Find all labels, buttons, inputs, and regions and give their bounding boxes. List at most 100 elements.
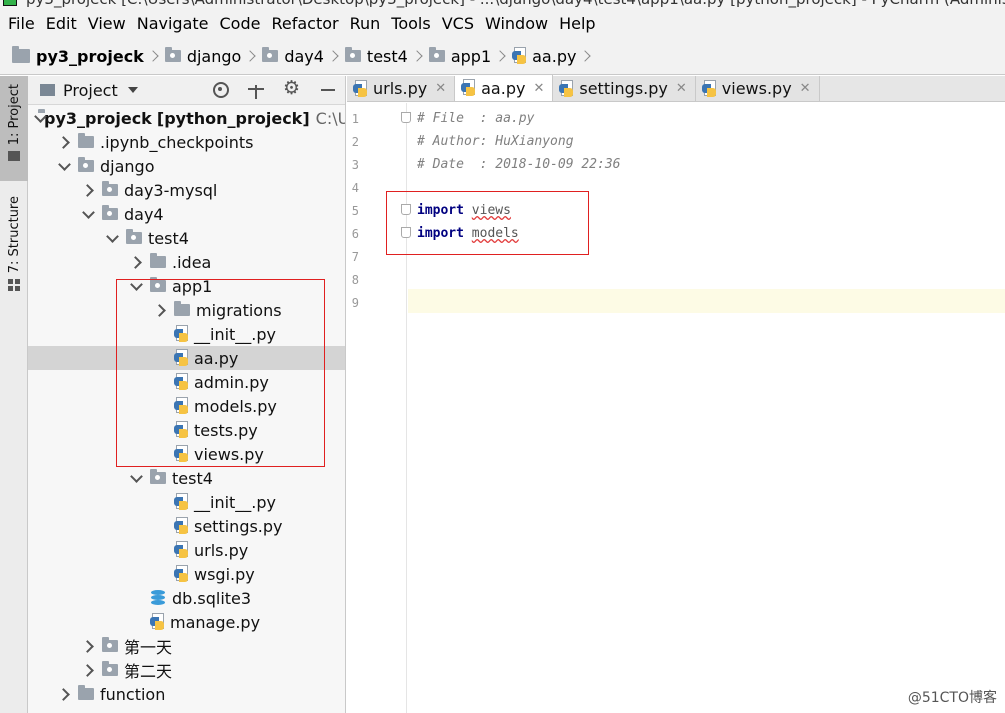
gear-icon[interactable] — [283, 77, 301, 99]
chevron-right-icon[interactable] — [128, 254, 144, 270]
python-file-icon — [174, 493, 190, 511]
tree-node[interactable]: day4 — [28, 202, 332, 226]
chevron-right-icon — [411, 50, 423, 62]
line-number: 5 — [351, 204, 359, 218]
close-icon[interactable]: ✕ — [435, 81, 446, 96]
chevron-down-icon[interactable] — [80, 206, 96, 222]
package-folder-icon — [126, 229, 142, 244]
chevron-right-icon — [579, 50, 592, 62]
tree-node[interactable]: 第一天 — [28, 634, 332, 658]
menu-tools[interactable]: Tools — [387, 14, 437, 33]
code-line-1: # File : aa.py — [417, 111, 535, 126]
tree-node[interactable]: test4 — [28, 466, 332, 490]
breadcrumb-item-django[interactable]: django — [164, 47, 241, 66]
chevron-down-icon[interactable] — [128, 470, 144, 486]
breadcrumb-item-day4[interactable]: day4 — [262, 47, 324, 66]
python-file-icon — [174, 541, 190, 559]
chevron-right-icon[interactable] — [56, 134, 72, 150]
project-panel-title[interactable]: Project — [63, 81, 118, 100]
tree-node[interactable]: urls.py — [28, 538, 332, 562]
menu-window[interactable]: Window — [481, 14, 555, 33]
package-folder-icon — [262, 47, 279, 62]
python-file-icon — [461, 79, 477, 97]
tree-node[interactable]: __init__.py — [28, 490, 332, 514]
chevron-right-icon[interactable] — [56, 686, 72, 702]
package-folder-icon — [78, 157, 94, 172]
folder-icon — [150, 253, 166, 268]
chevron-right-icon[interactable] — [80, 638, 96, 654]
annotation-box-app1 — [116, 279, 325, 467]
line-number: 7 — [351, 250, 359, 264]
folder-icon — [78, 133, 94, 148]
tree-node[interactable]: manage.py — [28, 610, 332, 634]
project-panel-header: Project — [28, 76, 345, 105]
menu-navigate[interactable]: Navigate — [133, 14, 216, 33]
window-title: py3_projeck [C:\Users\Administrator\Desk… — [26, 0, 1005, 8]
line-number: 3 — [351, 158, 359, 172]
tree-node[interactable]: .ipynb_checkpoints — [28, 130, 332, 154]
pycharm-icon — [3, 0, 17, 6]
breadcrumb-item-aa-py[interactable]: aa.py — [512, 47, 576, 66]
database-icon — [150, 589, 166, 607]
tree-node-root[interactable]: py3_projeck [python_projeck]C:\Us — [28, 106, 345, 130]
tree-node[interactable]: django — [28, 154, 332, 178]
package-folder-icon — [102, 205, 118, 220]
close-icon[interactable]: ✕ — [800, 81, 811, 96]
menu-vcs[interactable]: VCS — [438, 14, 481, 33]
tree-node[interactable]: day3-mysql — [28, 178, 332, 202]
breadcrumb-item-app1[interactable]: app1 — [428, 47, 491, 66]
menu-run[interactable]: Run — [346, 14, 388, 33]
tree-node[interactable]: wsgi.py — [28, 562, 332, 586]
tab-aa-py[interactable]: aa.py ✕ — [455, 75, 554, 101]
tool-window-strip: 1: Project 7: Structure — [0, 76, 28, 713]
menu-view[interactable]: View — [84, 14, 133, 33]
close-icon[interactable]: ✕ — [676, 81, 687, 96]
collapse-all-icon[interactable] — [247, 80, 265, 102]
chevron-down-icon[interactable] — [104, 230, 120, 246]
chevron-right-icon[interactable] — [80, 662, 96, 678]
line-number: 1 — [351, 112, 359, 126]
fold-icon[interactable] — [401, 112, 411, 123]
chevron-right-icon — [327, 50, 339, 62]
code-line-3: # Date : 2018-10-09 22:36 — [417, 157, 621, 172]
tree-node[interactable]: 第二天 — [28, 658, 332, 682]
tool-tab-structure[interactable]: 7: Structure — [0, 196, 28, 296]
tree-node[interactable]: settings.py — [28, 514, 332, 538]
annotation-box-imports — [386, 191, 589, 255]
watermark: @51CTO博客 — [907, 690, 997, 706]
locate-file-icon[interactable] — [211, 80, 229, 98]
menu-file[interactable]: File — [4, 14, 42, 33]
breadcrumb-item-test4[interactable]: test4 — [344, 47, 408, 66]
tool-tab-project[interactable]: 1: Project — [0, 76, 28, 181]
folder-icon — [78, 685, 94, 700]
tab-settings-py[interactable]: settings.py ✕ — [553, 76, 696, 101]
package-folder-icon — [164, 47, 181, 62]
line-number: 2 — [351, 135, 359, 149]
tree-node[interactable]: db.sqlite3 — [28, 586, 332, 610]
menu-refactor[interactable]: Refactor — [267, 14, 345, 33]
python-file-icon — [174, 517, 190, 535]
current-line-highlight — [408, 289, 1005, 313]
tab-urls-py[interactable]: urls.py ✕ — [347, 76, 456, 101]
menu-help[interactable]: Help — [555, 14, 602, 33]
hide-panel-icon[interactable] — [319, 80, 337, 98]
tree-node[interactable]: test4 — [28, 226, 332, 250]
chevron-down-icon[interactable] — [127, 87, 138, 93]
package-folder-icon — [102, 637, 118, 652]
package-folder-icon — [102, 661, 118, 676]
python-file-icon — [174, 565, 190, 583]
python-file-icon — [353, 79, 369, 98]
line-number: 8 — [351, 273, 359, 287]
breadcrumb-item-project[interactable]: py3_projeck — [12, 46, 144, 66]
editor-tab-bar: urls.py ✕ aa.py ✕ settings.py ✕ views.py… — [347, 75, 1005, 102]
menu-code[interactable]: Code — [216, 14, 268, 33]
package-folder-icon — [428, 47, 445, 62]
tree-node[interactable]: .idea — [28, 250, 332, 274]
menu-edit[interactable]: Edit — [42, 14, 84, 33]
tab-views-py[interactable]: views.py ✕ — [695, 76, 820, 101]
chevron-right-icon[interactable] — [80, 182, 96, 198]
close-icon[interactable]: ✕ — [533, 81, 544, 96]
chevron-down-icon[interactable] — [56, 158, 72, 174]
line-number: 9 — [351, 296, 359, 310]
tree-node[interactable]: function — [28, 682, 332, 706]
